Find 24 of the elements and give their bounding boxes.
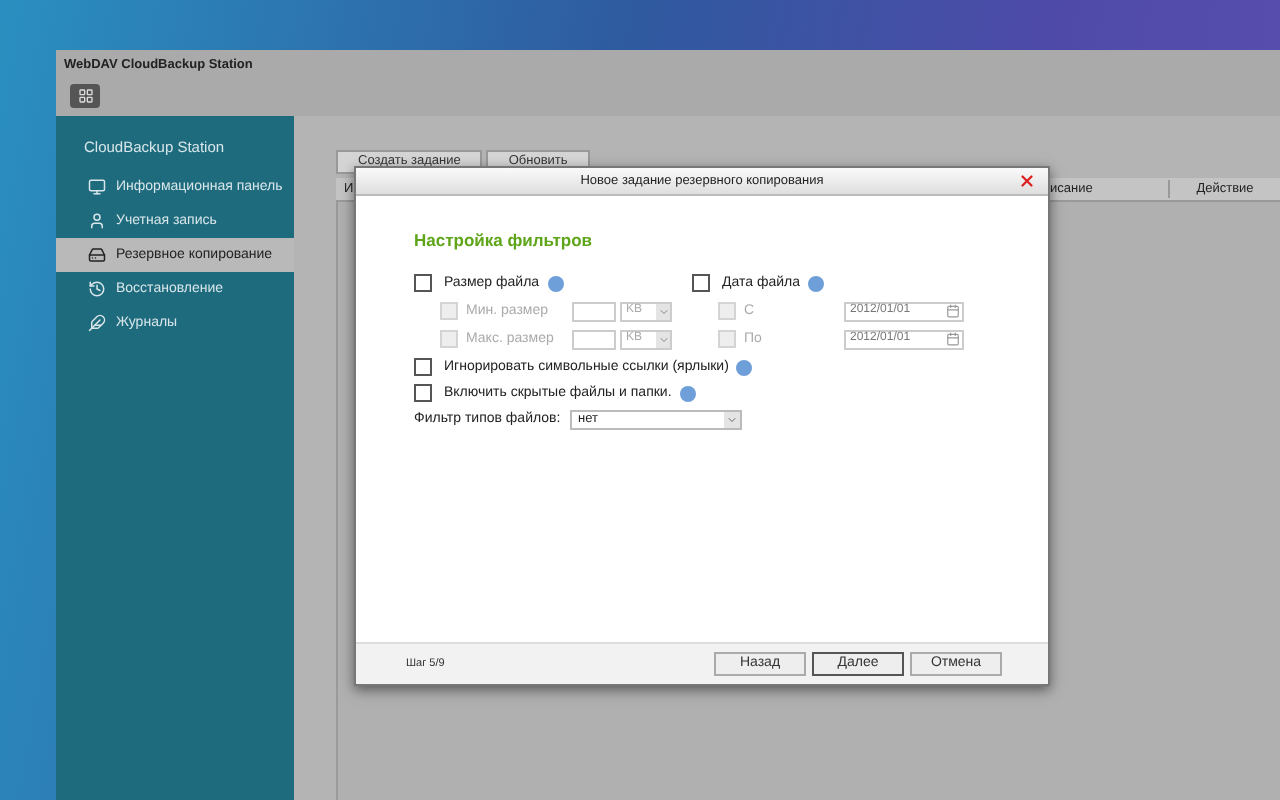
sidebar-icon [88,280,106,299]
menu-button[interactable] [70,83,100,108]
dropdown-icon [657,333,669,346]
dropdown-icon [726,414,738,427]
checkbox[interactable] [414,274,432,293]
checkbox[interactable] [692,274,710,293]
help-icon[interactable] [808,275,824,292]
grid-icon [77,87,93,104]
help-icon[interactable] [736,359,753,376]
close-icon[interactable] [1018,172,1036,190]
calendar-icon [946,304,960,319]
checkbox[interactable] [414,384,432,403]
help-icon[interactable] [679,385,696,402]
sidebar-icon [88,314,106,333]
size-input[interactable] [572,329,616,350]
dropdown-icon [657,305,669,318]
checkbox[interactable] [414,358,432,377]
section-title: Настройка фильтров [414,228,595,254]
calendar-icon [946,332,960,347]
size-input[interactable] [572,301,616,322]
help-icon[interactable] [547,275,564,292]
sidebar-icon [88,246,106,265]
sidebar-icon [88,178,106,197]
sidebar-icon [88,212,106,231]
